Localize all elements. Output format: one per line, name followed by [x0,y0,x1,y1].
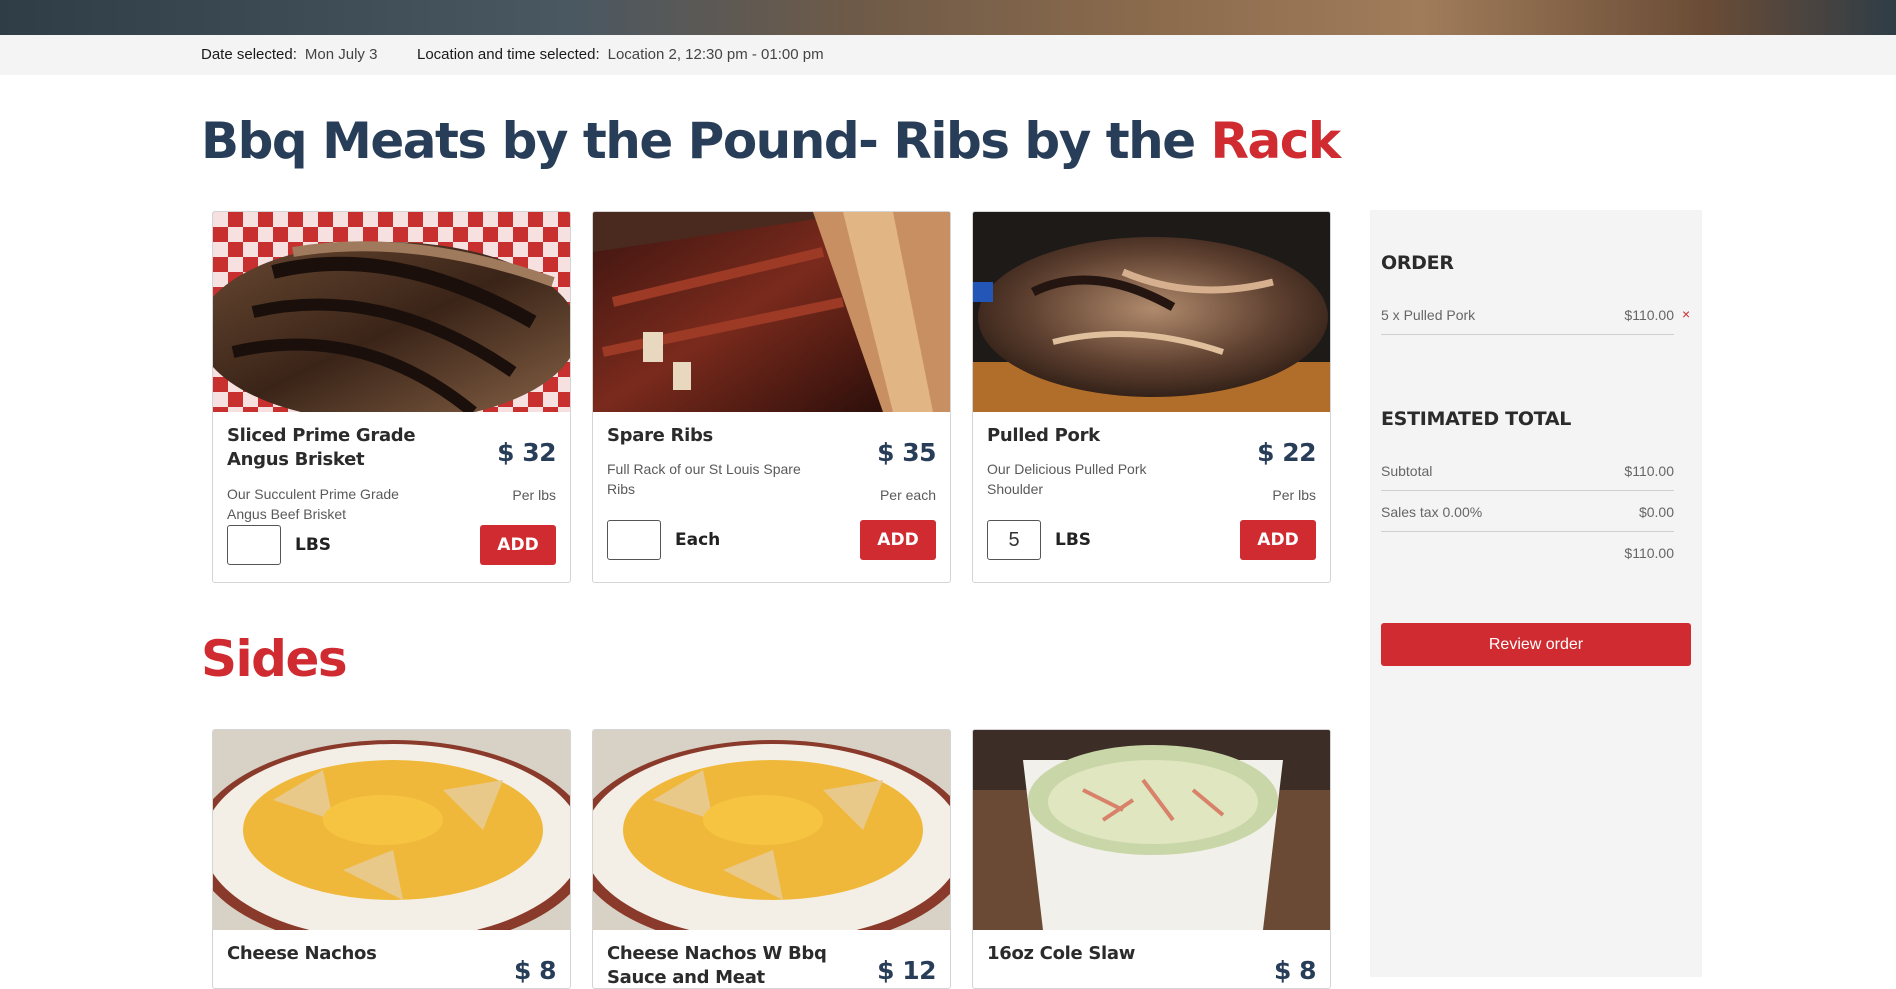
order-title: ORDER [1381,252,1454,274]
product-unit-note: Per each [879,487,936,503]
spare-ribs-photo [593,212,950,412]
product-name: Pulled Pork [987,425,1100,446]
product-price: $ 22 [1257,438,1316,467]
review-order-button[interactable]: Review order [1381,623,1691,666]
order-sidebar: ORDER 5 x Pulled Pork $110.00 × ESTIMATE… [1370,210,1702,977]
tax-row: Sales tax 0.00% $0.00 [1381,492,1674,532]
hero-banner-image [0,0,1896,35]
meats-title-text: Bbq Meats by the Pound- Ribs by the [201,112,1196,170]
remove-item-icon[interactable]: × [1682,306,1690,322]
cheese-nachos-bbq-photo [593,730,950,930]
location-value: Location 2, 12:30 pm - 01:00 pm [607,46,824,63]
sides-section-title: Sides [201,630,348,688]
product-price: $ 8 [1274,956,1317,985]
quantity-input[interactable] [227,525,281,565]
product-name: 16oz Cole Slaw [987,943,1136,964]
date-selected: Date selected: Mon July 3 [201,35,377,75]
product-price: $ 12 [877,956,936,985]
product-card-spare-ribs: Spare Ribs $ 35 Full Rack of our St Loui… [592,211,951,583]
add-button[interactable]: ADD [480,525,556,565]
subtotal-value: $110.00 [1624,463,1674,479]
product-price: $ 35 [877,438,936,467]
unit-label: LBS [295,535,332,555]
product-description: Our Delicious Pulled Pork Shoulder [987,461,1147,497]
product-unit-note: Per lbs [1272,487,1316,503]
brisket-photo [213,212,570,412]
cole-slaw-photo [973,730,1330,930]
product-card-cole-slaw: 16oz Cole Slaw $ 8 [972,729,1331,989]
date-value: Mon July 3 [304,46,378,63]
product-card-cheese-nachos-bbq: Cheese Nachos W Bbq Sauce and Meat $ 12 [592,729,951,989]
tax-value: $0.00 [1638,504,1674,520]
selection-info-bar: Date selected: Mon July 3 Location and ti… [0,35,1896,75]
estimated-total-title: ESTIMATED TOTAL [1381,408,1572,430]
unit-label: LBS [1055,530,1092,550]
location-label: Location and time selected: [417,46,600,63]
product-card-brisket: Sliced Prime Grade Angus Brisket $ 32 Ou… [212,211,571,583]
add-button[interactable]: ADD [860,520,936,560]
total-row: $110.00 [1381,533,1674,573]
meats-title-accent: Rack [1210,112,1342,170]
product-unit-note: Per lbs [512,487,556,503]
pulled-pork-photo [973,212,1330,412]
order-item-amount: $110.00 [1624,307,1674,323]
product-name: Cheese Nachos [227,943,377,964]
product-name: Cheese Nachos W Bbq Sauce and Meat [607,943,827,988]
product-name: Sliced Prime Grade Angus Brisket [227,425,416,470]
unit-label: Each [675,530,721,550]
meats-section-title: Bbq Meats by the Pound- Ribs by the Rack [201,112,1342,170]
location-selected: Location and time selected: Location 2, 1… [417,35,824,75]
order-item-label: 5 x Pulled Pork [1381,307,1476,323]
subtotal-row: Subtotal $110.00 [1381,451,1674,491]
subtotal-label: Subtotal [1381,463,1433,479]
date-label: Date selected: [201,46,297,63]
product-description: Our Succulent Prime Grade Angus Beef Bri… [227,486,399,522]
product-name: Spare Ribs [607,425,713,446]
product-price: $ 32 [497,438,556,467]
product-description: Full Rack of our St Louis Spare Ribs [607,461,801,497]
order-line-item: 5 x Pulled Pork $110.00 [1381,295,1674,335]
tax-label: Sales tax 0.00% [1381,504,1483,520]
product-card-pulled-pork: Pulled Pork $ 22 Our Delicious Pulled Po… [972,211,1331,583]
quantity-input[interactable] [607,520,661,560]
total-value: $110.00 [1624,545,1674,561]
product-card-cheese-nachos: Cheese Nachos $ 8 [212,729,571,989]
product-price: $ 8 [514,956,557,985]
add-button[interactable]: ADD [1240,520,1316,560]
quantity-input[interactable] [987,520,1041,560]
cheese-nachos-photo [213,730,570,930]
